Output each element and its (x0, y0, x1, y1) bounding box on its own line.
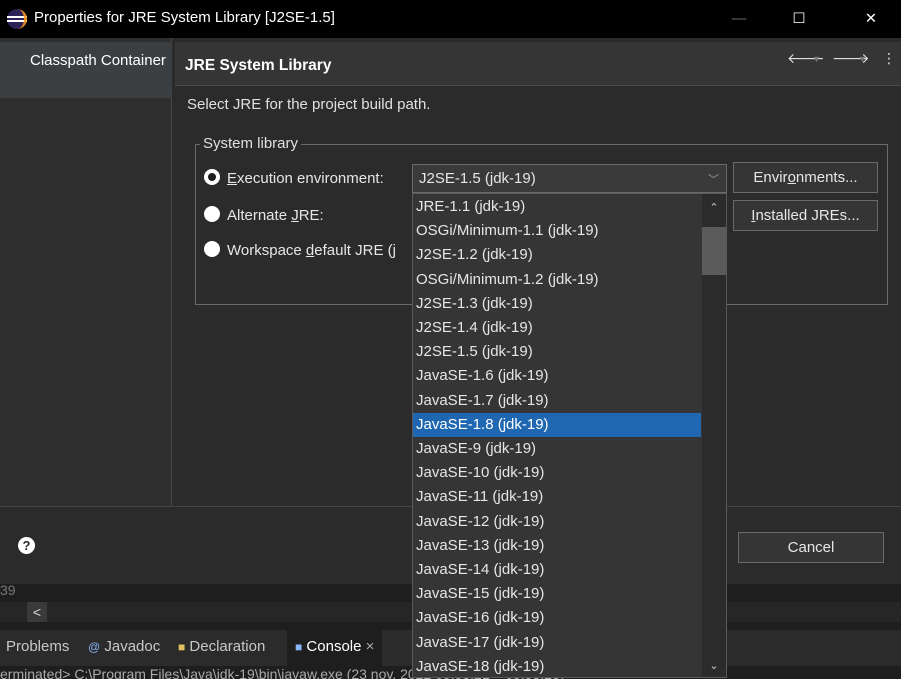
execution-environment-combo[interactable]: J2SE-1.5 (jdk-19) ﹀ (412, 164, 727, 193)
radio-checked-icon (204, 169, 220, 185)
dropdown-option[interactable]: JavaSE-13 (jdk-19) (413, 534, 701, 558)
cancel-button[interactable]: Cancel (738, 532, 884, 563)
tab-javadoc[interactable]: @ Javadoc (88, 638, 160, 655)
property-pages-tree: Classpath Container (0, 38, 172, 506)
execution-environment-radio[interactable]: Execution environment: (204, 169, 384, 187)
dropdown-option[interactable]: JavaSE-18 (jdk-19) (413, 655, 701, 677)
workspace-default-jre-radio[interactable]: Workspace default JRE (j (204, 241, 396, 259)
dropdown-option[interactable]: JavaSE-1.8 (jdk-19) (413, 412, 701, 437)
tab-problems[interactable]: Problems (6, 638, 69, 655)
view-menu-icon[interactable]: ⋮ (882, 50, 896, 67)
javadoc-icon: @ (88, 640, 101, 654)
radio-unchecked-icon (204, 206, 220, 222)
declaration-icon: ■ (178, 640, 186, 654)
dropdown-option[interactable]: J2SE-1.3 (jdk-19) (413, 292, 701, 316)
tree-item-classpath-container[interactable]: Classpath Container (0, 42, 172, 98)
dropdown-option[interactable]: JavaSE-16 (jdk-19) (413, 606, 701, 630)
dropdown-option[interactable]: JavaSE-14 (jdk-19) (413, 558, 701, 582)
chevron-down-icon: ﹀ (708, 174, 719, 186)
help-icon[interactable]: ? (18, 537, 35, 554)
eclipse-logo-icon (7, 9, 27, 29)
window-title: Properties for JRE System Library [J2SE-… (34, 9, 335, 26)
dropdown-scrollbar[interactable]: ⌃ ⌄ (702, 194, 726, 677)
dropdown-option[interactable]: OSGi/Minimum-1.1 (jdk-19) (413, 219, 701, 243)
dropdown-option[interactable]: JavaSE-12 (jdk-19) (413, 510, 701, 534)
installed-jres-button[interactable]: Installed JREs... (733, 200, 878, 231)
dropdown-option[interactable]: J2SE-1.2 (jdk-19) (413, 243, 701, 267)
tab-declaration[interactable]: ■ Declaration (178, 638, 265, 655)
tree-item-label: Classpath Container (30, 52, 166, 69)
group-legend: System library (200, 135, 302, 152)
minimize-button[interactable]: — (716, 0, 762, 38)
scroll-up-icon[interactable]: ⌃ (702, 196, 726, 218)
execution-environment-dropdown-list[interactable]: ⌃ ⌄ JRE-1.1 (jdk-19) OSGi/Minimum-1.1 (jd… (412, 193, 727, 678)
scroll-down-icon[interactable]: ⌄ (702, 654, 726, 676)
line-number: 39 (0, 582, 16, 598)
dropdown-option[interactable]: OSGi/Minimum-1.2 (jdk-19) (413, 268, 701, 292)
maximize-button[interactable]: ☐ (776, 0, 822, 38)
title-bar: Properties for JRE System Library [J2SE-… (0, 0, 901, 38)
console-icon: ■ (295, 640, 303, 654)
page-title: JRE System Library (185, 57, 332, 74)
close-button[interactable]: ✕ (848, 0, 894, 38)
dropdown-option[interactable]: JavaSE-1.7 (jdk-19) (413, 389, 701, 413)
dropdown-option[interactable]: JavaSE-15 (jdk-19) (413, 582, 701, 606)
scrollbar-thumb[interactable] (702, 227, 726, 275)
environments-button[interactable]: Envir o nments... (733, 162, 878, 193)
combo-selected-value: J2SE-1.5 (jdk-19) (419, 170, 536, 187)
page-header: JRE System Library 🡐 ▼ 🡒 ▼ ⋮ (175, 42, 901, 86)
forward-history-dropdown-icon[interactable]: ▼ (858, 54, 867, 64)
tab-console[interactable]: ■ Console × (287, 630, 383, 666)
back-history-dropdown-icon[interactable]: ▼ (812, 54, 821, 64)
dropdown-option[interactable]: J2SE-1.5 (jdk-19) (413, 340, 701, 364)
page-description: Select JRE for the project build path. (187, 96, 431, 113)
radio-unchecked-icon (204, 241, 220, 257)
scroll-left-icon[interactable]: < (27, 602, 47, 622)
close-tab-icon[interactable]: × (366, 638, 375, 655)
dropdown-option[interactable]: JavaSE-17 (jdk-19) (413, 631, 701, 655)
alternate-jre-radio[interactable]: Alternate JRE: (204, 206, 324, 224)
dropdown-option[interactable]: JavaSE-11 (jdk-19) (413, 485, 701, 509)
dropdown-option[interactable]: JavaSE-10 (jdk-19) (413, 461, 701, 485)
dropdown-option[interactable]: JRE-1.1 (jdk-19) (413, 195, 701, 219)
dropdown-option[interactable]: J2SE-1.4 (jdk-19) (413, 316, 701, 340)
dropdown-option[interactable]: JavaSE-9 (jdk-19) (413, 437, 701, 461)
dropdown-option[interactable]: JavaSE-1.6 (jdk-19) (413, 364, 701, 388)
